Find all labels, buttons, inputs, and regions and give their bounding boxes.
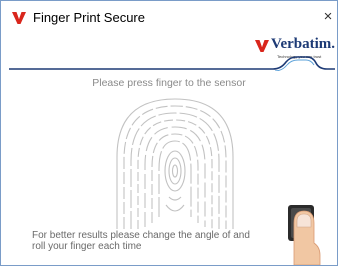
window-title: Finger Print Secure [33, 10, 145, 25]
tip-text: For better results please change the ang… [32, 230, 250, 252]
header-divider [9, 56, 335, 71]
verbatim-logo-icon [12, 12, 26, 24]
close-button[interactable]: × [319, 6, 337, 28]
sensor-prompt: Please press finger to the sensor [92, 77, 246, 89]
title-bar: Finger Print Secure × [1, 1, 337, 35]
finger-sensor-icon [280, 197, 330, 265]
fingerprint-icon [116, 98, 234, 229]
finger-print-secure-window: Finger Print Secure × Verbatim. Technolo… [0, 0, 338, 266]
